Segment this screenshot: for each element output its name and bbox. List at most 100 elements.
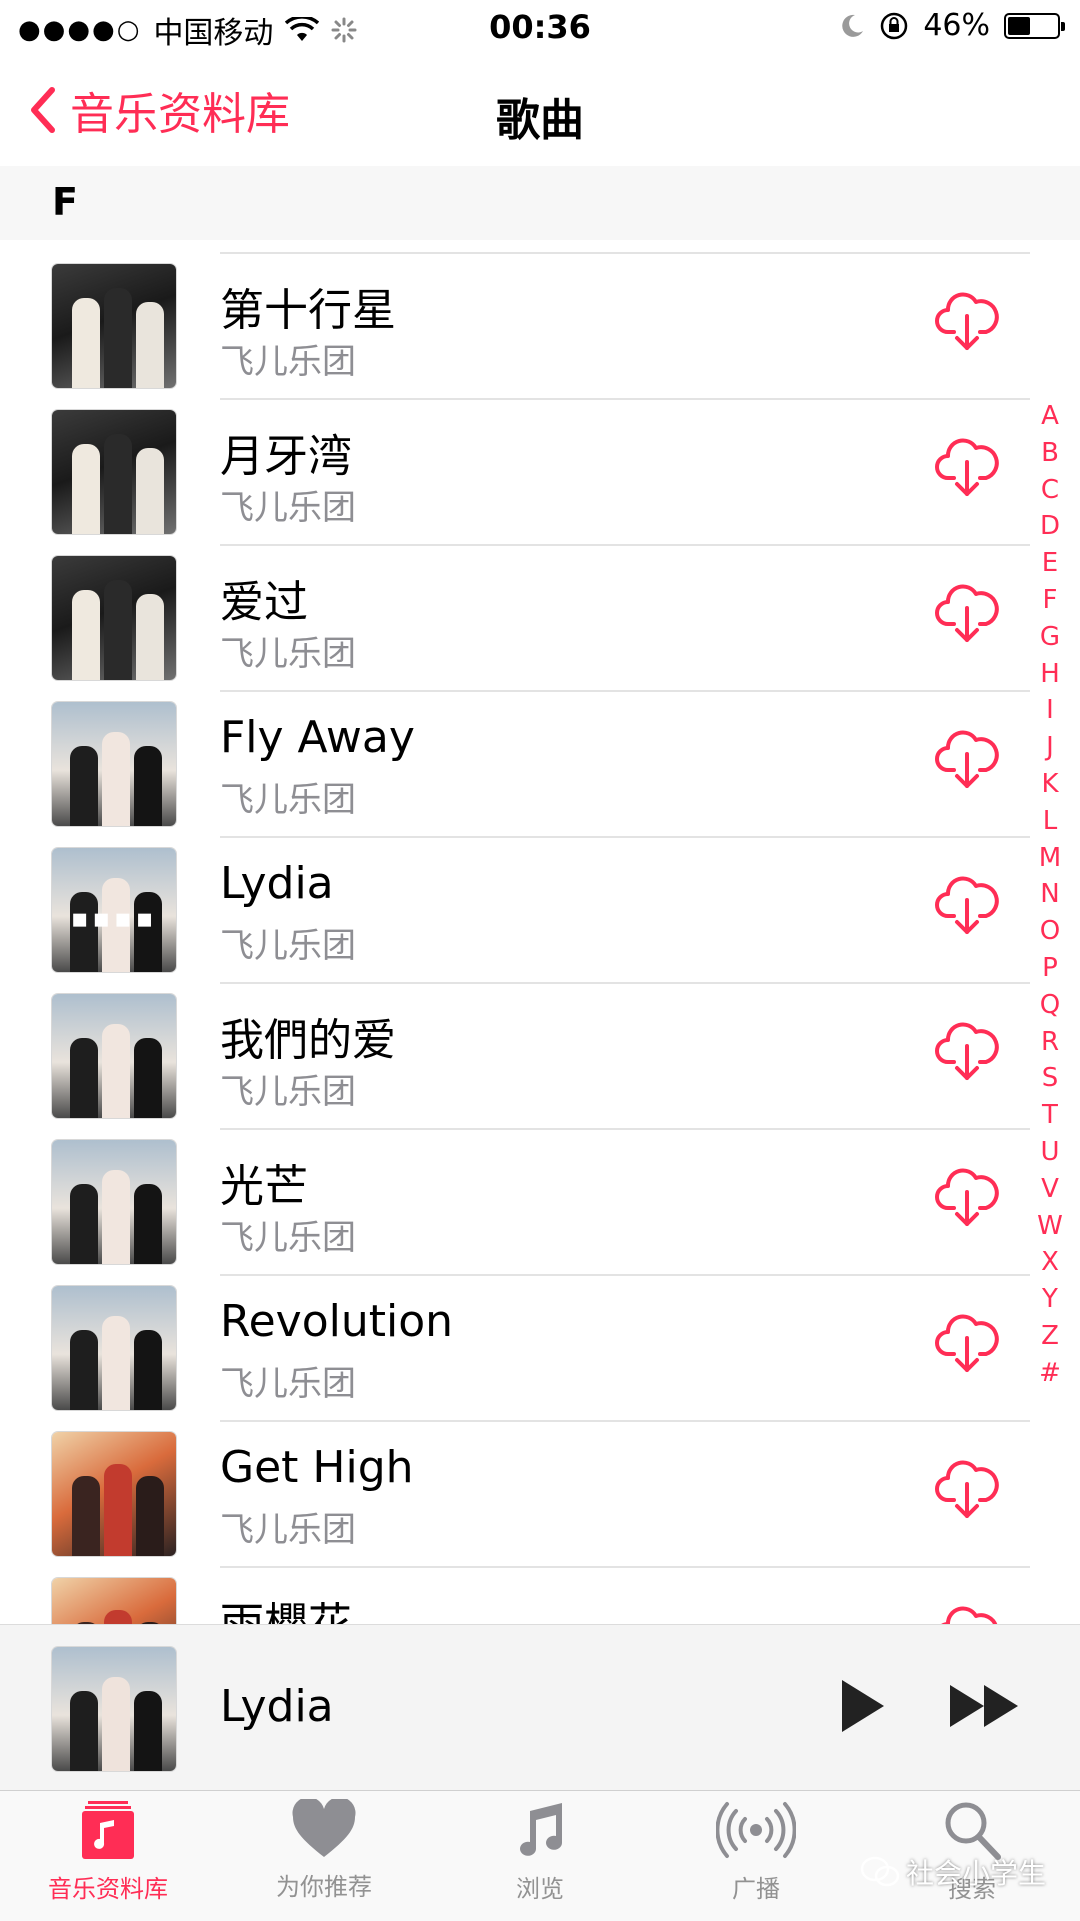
download-button[interactable] [934, 726, 1000, 796]
download-button[interactable] [934, 1164, 1000, 1234]
tab-radio[interactable]: 广播 [648, 1799, 864, 1904]
tab-for-you[interactable]: 为你推荐 [216, 1796, 432, 1902]
index-letter[interactable]: Q [1028, 987, 1072, 1024]
song-row[interactable]: ▪▪▪▪ Lydia 飞儿乐团 [0, 836, 1030, 982]
album-artwork [52, 702, 176, 826]
row-divider [220, 1128, 1030, 1130]
status-right: 46% [839, 8, 1065, 43]
index-letter[interactable]: J [1028, 729, 1072, 766]
song-title: 光芒 [220, 1161, 308, 1212]
index-letter[interactable]: Z [1028, 1318, 1072, 1355]
album-artwork [52, 1140, 176, 1264]
song-row[interactable]: 第十行星 飞儿乐团 [0, 252, 1030, 398]
download-button[interactable] [934, 1310, 1000, 1380]
index-letter[interactable]: S [1028, 1060, 1072, 1097]
fast-forward-button[interactable] [948, 1683, 1020, 1729]
row-divider [220, 1566, 1030, 1568]
battery-level [1008, 16, 1031, 35]
index-letter[interactable]: X [1028, 1244, 1072, 1281]
index-letter[interactable]: O [1028, 913, 1072, 950]
index-letter[interactable]: M [1028, 840, 1072, 877]
index-letter[interactable]: I [1028, 692, 1072, 729]
song-row[interactable]: Fly Away 飞儿乐团 [0, 690, 1030, 836]
song-title: 第十行星 [220, 285, 396, 336]
download-button[interactable] [934, 288, 1000, 358]
album-artwork [52, 1286, 176, 1410]
song-row[interactable]: 光芒 飞儿乐团 [0, 1128, 1030, 1274]
download-button[interactable] [934, 1018, 1000, 1088]
song-artist: 飞儿乐团 [220, 1364, 356, 1404]
mini-player[interactable]: Lydia [0, 1624, 1080, 1791]
download-button[interactable] [934, 1456, 1000, 1526]
moon-icon [842, 14, 864, 37]
song-row[interactable]: 月牙湾 飞儿乐团 [0, 398, 1030, 544]
tab-library[interactable]: 音乐资料库 [0, 1799, 216, 1904]
song-artist: 飞儿乐团 [220, 1072, 356, 1112]
index-letter[interactable]: A [1028, 398, 1072, 435]
watermark-text: 社会小学生 [906, 1857, 1047, 1890]
index-letter[interactable]: B [1028, 435, 1072, 472]
index-letter[interactable]: W [1028, 1208, 1072, 1245]
cloud-download-icon [934, 1022, 1000, 1088]
index-letter[interactable]: R [1028, 1024, 1072, 1061]
index-letter[interactable]: D [1028, 508, 1072, 545]
song-artist: 飞儿乐团 [220, 926, 356, 966]
index-letter[interactable]: L [1028, 803, 1072, 840]
index-letter[interactable]: K [1028, 766, 1072, 803]
cloud-download-icon [934, 876, 1000, 942]
cloud-download-icon [934, 1314, 1000, 1380]
download-button[interactable] [934, 580, 1000, 650]
index-letter[interactable]: F [1028, 582, 1072, 619]
tab-browse[interactable]: 浏览 [432, 1799, 648, 1904]
song-title: 我們的爱 [220, 1015, 396, 1066]
row-divider [220, 836, 1030, 838]
row-divider [220, 1274, 1030, 1276]
row-divider [220, 982, 1030, 984]
index-letter[interactable]: V [1028, 1171, 1072, 1208]
index-letter[interactable]: U [1028, 1134, 1072, 1171]
library-icon [82, 1801, 134, 1859]
play-button[interactable] [838, 1677, 888, 1735]
index-letter[interactable]: N [1028, 876, 1072, 913]
battery-icon [1004, 12, 1065, 39]
index-letter[interactable]: Y [1028, 1281, 1072, 1318]
album-artwork [52, 994, 176, 1118]
alphabet-index[interactable]: A B C D E F G H I J K L M N O P Q R S T U V W X Y Z # [1028, 398, 1072, 1392]
index-letter[interactable]: H [1028, 656, 1072, 693]
row-divider [220, 690, 1030, 692]
download-button[interactable] [934, 434, 1000, 504]
index-letter[interactable]: P [1028, 950, 1072, 987]
section-header-letter: F [52, 180, 78, 224]
cloud-download-icon [934, 292, 1000, 358]
song-row[interactable]: 我們的爱 飞儿乐团 [0, 982, 1030, 1128]
page-title: 歌曲 [496, 95, 584, 146]
row-divider [220, 252, 1030, 254]
index-letter[interactable]: # [1028, 1355, 1072, 1392]
song-title: Fly Away [220, 712, 415, 763]
index-letter[interactable]: C [1028, 472, 1072, 509]
song-artist: 飞儿乐团 [220, 488, 356, 528]
tab-library-label: 音乐资料库 [48, 1875, 168, 1903]
album-artwork: ▪▪▪▪ [52, 848, 176, 972]
cloud-download-icon [934, 730, 1000, 796]
now-playing-indicator: ▪▪▪▪ [70, 904, 158, 934]
index-letter[interactable]: G [1028, 619, 1072, 656]
song-artist: 飞儿乐团 [220, 1510, 356, 1550]
song-title: 爱过 [220, 577, 308, 628]
cloud-download-icon [934, 1168, 1000, 1234]
row-divider [220, 398, 1030, 400]
row-divider [220, 1420, 1030, 1422]
radio-icon [715, 1802, 797, 1858]
download-button[interactable] [934, 872, 1000, 942]
index-letter[interactable]: T [1028, 1097, 1072, 1134]
now-playing-artwork [52, 1647, 176, 1771]
song-artist: 飞儿乐团 [220, 1218, 356, 1258]
song-row[interactable]: 爱过 飞儿乐团 [0, 544, 1030, 690]
cloud-download-icon [934, 438, 1000, 504]
song-row[interactable]: Revolution 飞儿乐团 [0, 1274, 1030, 1420]
song-title: 月牙湾 [220, 431, 352, 482]
index-letter[interactable]: E [1028, 545, 1072, 582]
song-artist: 飞儿乐团 [220, 342, 356, 382]
song-row[interactable]: Get High 飞儿乐团 [0, 1420, 1030, 1566]
tab-radio-label: 广播 [732, 1875, 780, 1903]
